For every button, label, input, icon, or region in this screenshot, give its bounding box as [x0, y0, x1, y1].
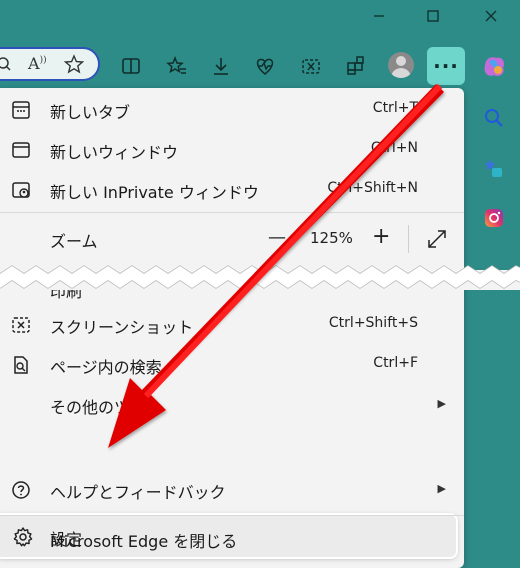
menu-item-label: 新しい InPrivate ウィンドウ: [50, 183, 259, 202]
split-screen-icon[interactable]: [116, 51, 146, 81]
health-icon[interactable]: [250, 51, 280, 81]
search-icon[interactable]: [480, 104, 508, 132]
address-bar[interactable]: A)): [0, 47, 100, 81]
screenshot-icon[interactable]: [296, 51, 326, 81]
menu-item-find[interactable]: ページ内の検索 Ctrl+F: [0, 345, 464, 385]
zoom-divider: [408, 225, 409, 253]
menu-item-label: 新しいウィンドウ: [50, 143, 179, 162]
submenu-arrow-icon: ▶: [437, 397, 446, 410]
menu-item-label: ヘルプとフィードバック: [50, 483, 226, 502]
title-bar: [0, 0, 520, 32]
menu-item-close-edge[interactable]: Microsoft Edge を閉じる: [0, 519, 464, 559]
shortcut-label: Ctrl+N: [370, 140, 418, 156]
menu-item-label: その他のツール: [50, 398, 163, 417]
help-icon: [10, 479, 32, 501]
tools-icon[interactable]: [480, 154, 508, 182]
divider: [0, 515, 464, 516]
menu-item-label: ページ内の検索: [50, 358, 162, 377]
more-button[interactable]: ···: [427, 47, 465, 85]
favorite-icon[interactable]: [63, 54, 85, 78]
torn-edge-divider: [0, 265, 520, 290]
maximize-icon[interactable]: [418, 4, 448, 28]
new-window-icon: [10, 139, 32, 161]
menu-item-more-tools[interactable]: その他のツール ▶: [0, 385, 464, 425]
fullscreen-icon[interactable]: [426, 228, 448, 254]
menu-item-new-tab[interactable]: 新しいタブ Ctrl+T: [0, 90, 464, 130]
menu-item-new-window[interactable]: 新しいウィンドウ Ctrl+N: [0, 130, 464, 170]
menu-item-label: 新しいタブ: [50, 103, 131, 122]
menu-item-help[interactable]: ヘルプとフィードバック ▶: [0, 470, 464, 510]
inprivate-icon: [10, 179, 32, 201]
zoom-in-button[interactable]: +: [372, 224, 390, 249]
zoom-out-button[interactable]: —: [268, 227, 286, 248]
screenshot-icon: [10, 314, 32, 336]
divider: [0, 212, 464, 213]
menu-item-zoom: ズーム — 125% +: [0, 219, 464, 259]
copilot-icon[interactable]: [480, 52, 508, 80]
shortcut-label: Ctrl+Shift+S: [328, 315, 418, 331]
sidebar: [470, 44, 520, 558]
shortcut-label: Ctrl+Shift+N: [327, 180, 418, 196]
shortcut-label: Ctrl+T: [372, 100, 418, 116]
favorites-icon[interactable]: [162, 51, 192, 81]
minimize-icon[interactable]: [364, 4, 394, 28]
new-tab-icon: [10, 99, 32, 121]
close-icon[interactable]: [476, 4, 506, 28]
shortcut-label: Ctrl+F: [373, 355, 418, 371]
settings-menu: 新しいタブ Ctrl+T 新しいウィンドウ Ctrl+N 新しい InPriva…: [0, 88, 464, 568]
submenu-arrow-icon: ▶: [437, 482, 446, 495]
zoom-value: 125%: [310, 229, 353, 247]
menu-item-new-inprivate[interactable]: 新しい InPrivate ウィンドウ Ctrl+Shift+N: [0, 170, 464, 210]
find-in-page-icon: [10, 354, 32, 376]
download-icon[interactable]: [206, 51, 236, 81]
extensions-icon[interactable]: [341, 51, 371, 81]
search-icon: [0, 55, 16, 77]
read-aloud-icon[interactable]: A)): [28, 54, 47, 73]
menu-item-screenshot[interactable]: スクリーンショット Ctrl+Shift+S: [0, 305, 464, 345]
menu-item-label: Microsoft Edge を閉じる: [50, 532, 238, 551]
profile-icon[interactable]: [388, 52, 414, 78]
instagram-icon[interactable]: [480, 204, 508, 232]
menu-item-label: スクリーンショット: [50, 318, 194, 337]
menu-item-label: ズーム: [50, 232, 98, 251]
